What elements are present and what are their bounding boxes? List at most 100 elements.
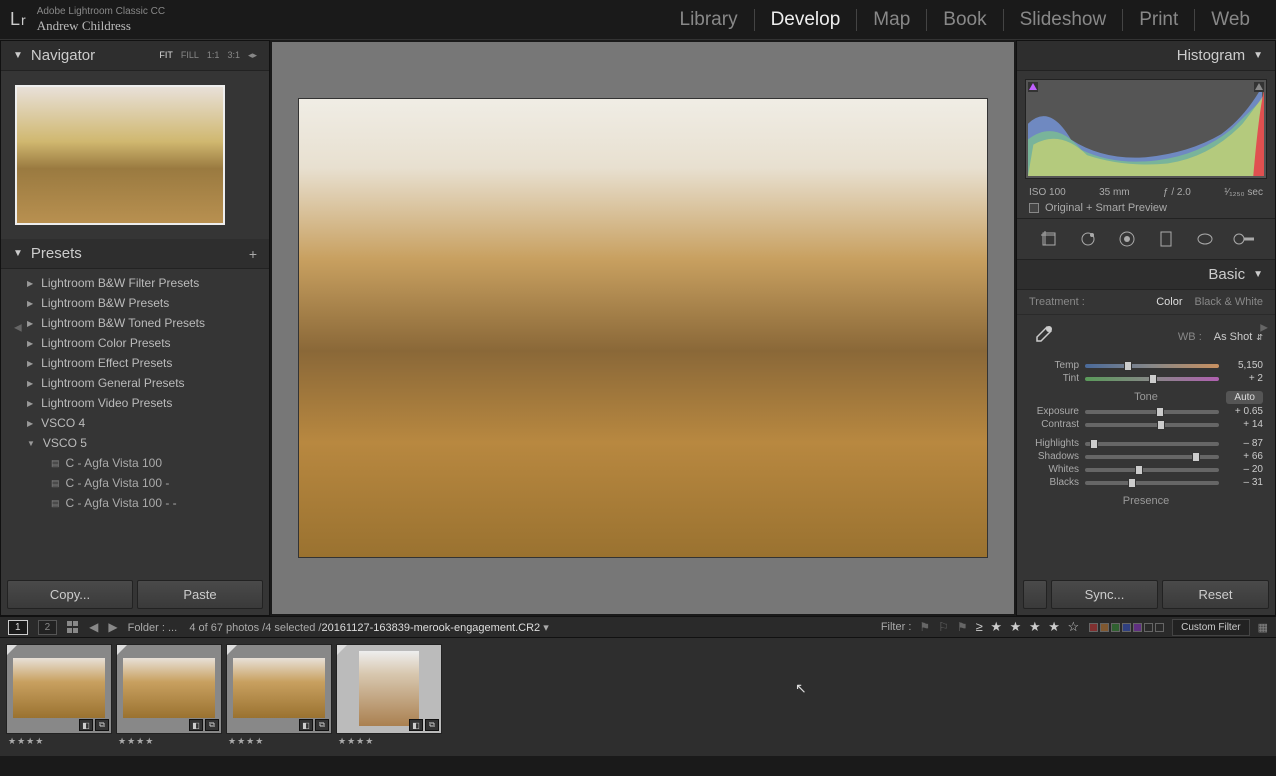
module-develop[interactable]: Develop: [755, 9, 858, 31]
flag-icon[interactable]: [227, 645, 237, 655]
thumb-rating[interactable]: ★★★★: [336, 734, 374, 747]
presets-header[interactable]: ▼ Presets +: [1, 239, 269, 269]
zoom-1to1[interactable]: 1:1: [207, 50, 220, 61]
basic-header[interactable]: Basic ▼: [1017, 260, 1275, 290]
highlight-clip-icon[interactable]: [1254, 82, 1264, 92]
basic-title: Basic: [1208, 266, 1245, 283]
module-slideshow[interactable]: Slideshow: [1004, 9, 1124, 31]
chevron-down-icon: ▼: [1253, 50, 1263, 61]
color-label-filter[interactable]: [1089, 623, 1164, 632]
chevron-down-icon: ▼: [27, 439, 35, 448]
treatment-label: Treatment :: [1029, 296, 1085, 308]
filmstrip-thumb[interactable]: ◧⧉: [116, 644, 222, 734]
filmstrip-thumb[interactable]: ◧⧉: [336, 644, 442, 734]
temp-slider[interactable]: Temp 5,150: [1017, 359, 1275, 372]
zoom-stepper-icon[interactable]: ◂▸: [248, 50, 257, 61]
flag-icon[interactable]: [7, 645, 17, 655]
preset-item[interactable]: ▤C - Agfa Vista 100: [1, 453, 269, 473]
zoom-fit[interactable]: FIT: [159, 50, 173, 61]
auto-tone-button[interactable]: Auto: [1226, 391, 1263, 404]
flag-rejected-icon[interactable]: ⚑: [957, 620, 968, 634]
add-preset-icon[interactable]: +: [249, 246, 257, 262]
spot-removal-tool-icon[interactable]: [1074, 227, 1102, 251]
reset-button[interactable]: Reset: [1162, 580, 1269, 609]
module-web[interactable]: Web: [1195, 9, 1266, 31]
filmstrip-thumb[interactable]: ◧⧉: [6, 644, 112, 734]
brush-tool-icon[interactable]: [1230, 227, 1258, 251]
treatment-color[interactable]: Color: [1156, 296, 1182, 308]
filter-lock-icon[interactable]: ▦: [1258, 621, 1268, 634]
shadows-slider[interactable]: Shadows + 66: [1017, 450, 1275, 463]
redeye-tool-icon[interactable]: [1113, 227, 1141, 251]
second-window-button[interactable]: 2: [38, 620, 58, 635]
flag-icon[interactable]: [117, 645, 127, 655]
blacks-slider[interactable]: Blacks – 31: [1017, 476, 1275, 489]
copy-button[interactable]: Copy...: [7, 580, 133, 609]
thumb-rating[interactable]: ★★★★: [116, 734, 154, 747]
preset-folder[interactable]: ▶VSCO 4: [1, 413, 269, 433]
presets-title: Presets: [31, 245, 82, 262]
next-photo-icon[interactable]: ▶: [108, 620, 117, 634]
filmstrip-thumb[interactable]: ◧⧉: [226, 644, 332, 734]
user-name: Andrew Childress: [37, 18, 165, 34]
badge-icon: ⧉: [315, 719, 329, 731]
graduated-filter-tool-icon[interactable]: [1152, 227, 1180, 251]
treatment-bw[interactable]: Black & White: [1195, 296, 1263, 308]
crop-tool-icon[interactable]: [1035, 227, 1063, 251]
rating-filter[interactable]: ≥ ★ ★ ★ ★ ☆: [976, 619, 1081, 635]
preset-icon: ▤: [51, 458, 60, 469]
flag-unflagged-icon[interactable]: ⚐: [938, 620, 949, 634]
shadow-clip-icon[interactable]: [1028, 82, 1038, 92]
zoom-3to1[interactable]: 3:1: [227, 50, 240, 61]
preset-folder[interactable]: ▶Lightroom B&W Presets: [1, 293, 269, 313]
preset-folder[interactable]: ▼VSCO 5: [1, 433, 269, 453]
prev-photo-icon[interactable]: ◀: [89, 620, 98, 634]
preset-item[interactable]: ▤C - Agfa Vista 100 - -: [1, 493, 269, 513]
thumb-image: [13, 658, 105, 718]
module-print[interactable]: Print: [1123, 9, 1195, 31]
histogram-header[interactable]: Histogram ▼: [1017, 41, 1275, 71]
collapse-right-icon[interactable]: ▶: [1260, 323, 1268, 334]
module-library[interactable]: Library: [664, 9, 755, 31]
highlights-slider[interactable]: Highlights – 87: [1017, 437, 1275, 450]
preset-folder[interactable]: ▶Lightroom B&W Toned Presets: [1, 313, 269, 333]
badge-icon: ⧉: [425, 719, 439, 731]
grid-view-icon[interactable]: [67, 621, 79, 633]
preset-folder[interactable]: ▶Lightroom Video Presets: [1, 393, 269, 413]
left-panel: ▼ Navigator FIT FILL 1:1 3:1 ◂▸ ▼ Preset…: [0, 40, 270, 616]
preset-folder[interactable]: ▶Lightroom General Presets: [1, 373, 269, 393]
zoom-fill[interactable]: FILL: [181, 50, 199, 61]
paste-button[interactable]: Paste: [137, 580, 263, 609]
thumb-rating[interactable]: ★★★★: [226, 734, 264, 747]
preset-item[interactable]: ▤C - Agfa Vista 100 -: [1, 473, 269, 493]
right-buttons: Sync... Reset: [1017, 574, 1275, 615]
flag-icon[interactable]: [337, 645, 347, 655]
module-book[interactable]: Book: [927, 9, 1003, 31]
sync-button[interactable]: Sync...: [1051, 580, 1158, 609]
wb-dropdown[interactable]: As Shot⇵: [1214, 331, 1263, 343]
collapse-left-icon[interactable]: ◀: [14, 323, 22, 334]
contrast-slider[interactable]: Contrast + 14: [1017, 418, 1275, 431]
navigator-thumbnail[interactable]: [15, 85, 225, 225]
histogram[interactable]: [1025, 79, 1267, 179]
preview-mode[interactable]: Original + Smart Preview: [1017, 198, 1275, 218]
wb-label: WB :: [1178, 331, 1202, 343]
switch-icon[interactable]: [1023, 580, 1047, 609]
tint-slider[interactable]: Tint + 2: [1017, 372, 1275, 385]
main-window-button[interactable]: 1: [8, 620, 28, 635]
preset-folder[interactable]: ▶Lightroom Effect Presets: [1, 353, 269, 373]
preset-folder[interactable]: ▶Lightroom B&W Filter Presets: [1, 273, 269, 293]
navigator-header[interactable]: ▼ Navigator FIT FILL 1:1 3:1 ◂▸: [1, 41, 269, 71]
radial-filter-tool-icon[interactable]: [1191, 227, 1219, 251]
eyedropper-icon[interactable]: [1029, 323, 1057, 351]
chevron-right-icon: ▶: [27, 419, 33, 428]
main-photo[interactable]: [298, 98, 988, 558]
whites-slider[interactable]: Whites – 20: [1017, 463, 1275, 476]
module-map[interactable]: Map: [857, 9, 927, 31]
preset-folder[interactable]: ▶Lightroom Color Presets: [1, 333, 269, 353]
filmstrip[interactable]: ◧⧉ ★★★★ ◧⧉ ★★★★ ◧⧉ ★★★★ ◧⧉ ★★★★: [0, 638, 1276, 756]
exposure-slider[interactable]: Exposure + 0.65: [1017, 405, 1275, 418]
flag-picked-icon[interactable]: ⚑: [919, 620, 930, 634]
thumb-rating[interactable]: ★★★★: [6, 734, 44, 747]
custom-filter-dropdown[interactable]: Custom Filter: [1172, 619, 1249, 636]
